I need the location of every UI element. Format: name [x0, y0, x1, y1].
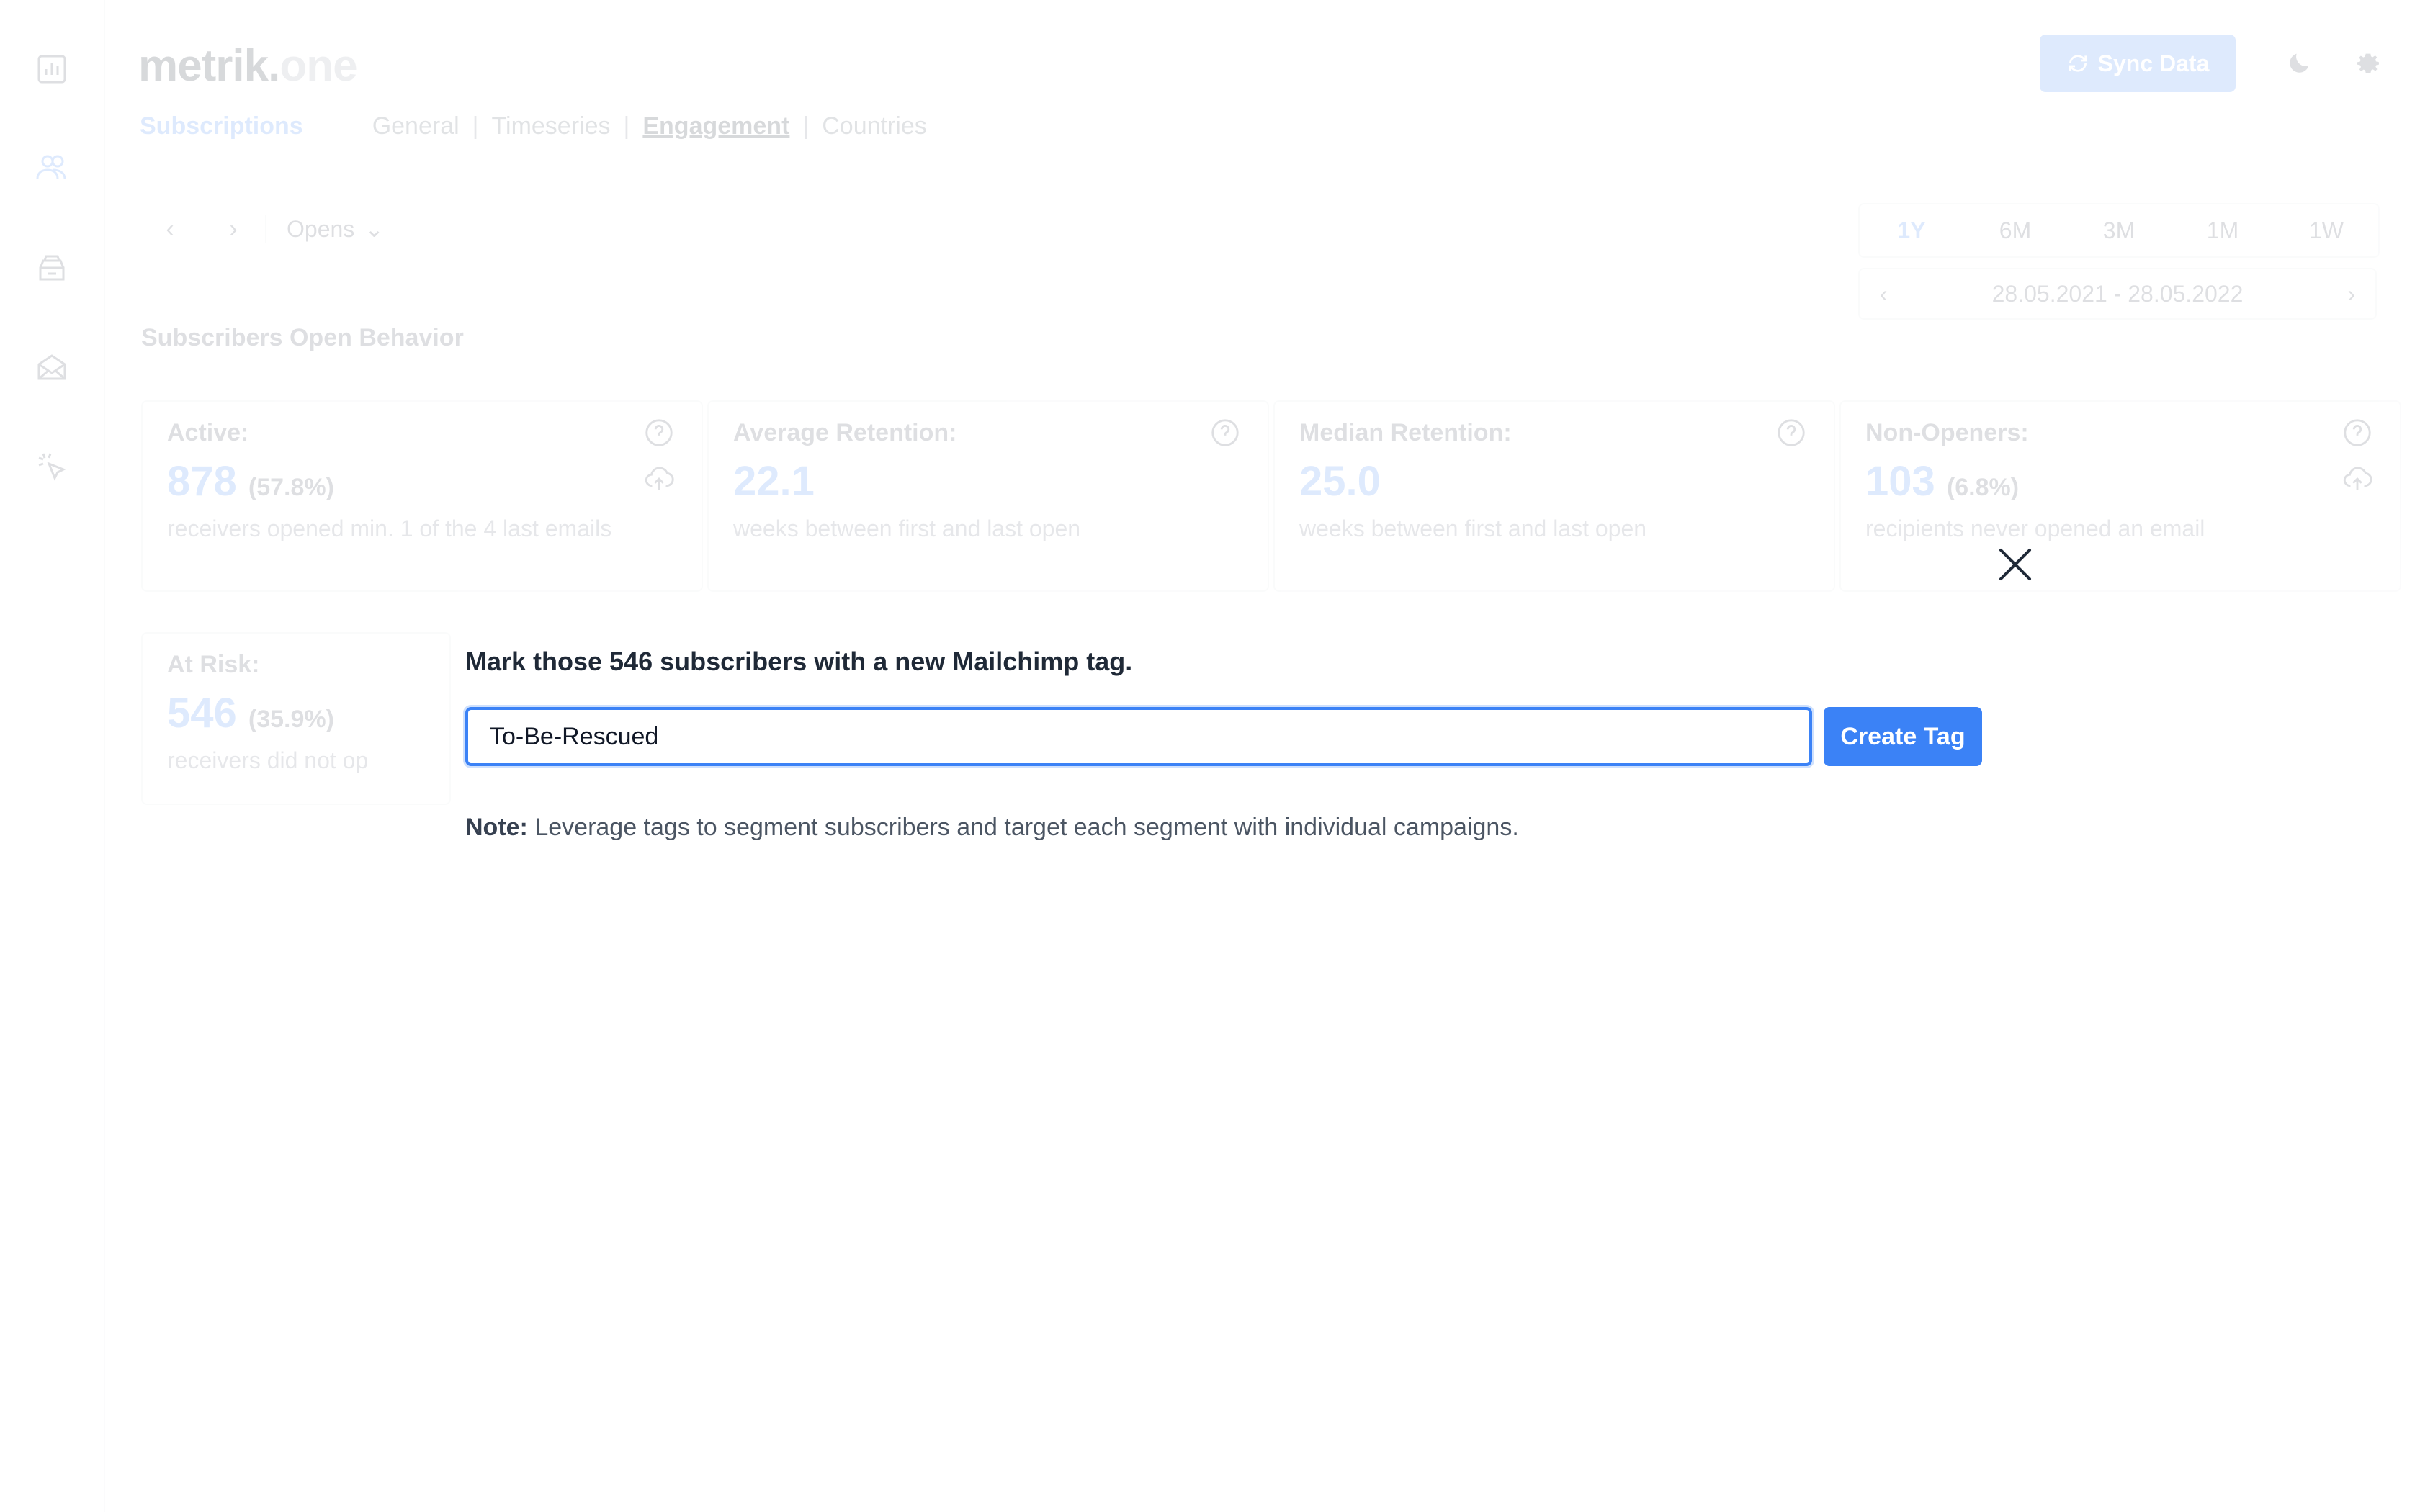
prev-button[interactable]: ‹ [138, 203, 202, 255]
help-icon[interactable] [642, 416, 676, 449]
range-1m[interactable]: 1M [2171, 204, 2275, 256]
cursor-click-icon[interactable] [32, 446, 72, 487]
card-active: Active: 878 (57.8%) receivers opened min… [141, 400, 703, 592]
section-title: Subscribers Open Behavior [141, 324, 464, 351]
range-6m[interactable]: 6M [1963, 204, 2067, 256]
chevron-down-icon: ⌄ [364, 216, 385, 242]
moon-icon[interactable] [2277, 42, 2321, 85]
date-range-label: 28.05.2021 - 28.05.2022 [1991, 280, 2244, 307]
date-next-button[interactable]: › [2347, 281, 2355, 307]
card-median-retention: Median Retention: 25.0 weeks between fir… [1273, 400, 1835, 592]
modal-heading: Mark those 546 subscribers with a new Ma… [465, 647, 1133, 676]
cloud-upload-icon[interactable] [642, 462, 676, 495]
sync-data-button[interactable]: Sync Data [2040, 35, 2236, 92]
metric-dropdown[interactable]: Opens ⌄ [265, 215, 384, 243]
tab-subscriptions[interactable]: Subscriptions [140, 112, 303, 140]
close-icon[interactable] [1989, 539, 2041, 590]
card-non-openers: Non-Openers: 103 (6.8%) recipients never… [1839, 400, 2401, 592]
refresh-icon [2069, 55, 2087, 72]
inbox-stack-icon[interactable] [32, 248, 72, 288]
bar-chart-icon[interactable] [32, 49, 72, 89]
range-1y[interactable]: 1Y [1860, 204, 1963, 256]
range-3m[interactable]: 3M [2067, 204, 2171, 256]
create-tag-button[interactable]: Create Tag [1824, 707, 1982, 766]
range-1w[interactable]: 1W [2275, 204, 2378, 256]
tab-timeseries[interactable]: Timeseries [479, 112, 624, 140]
tab-countries[interactable]: Countries [809, 112, 940, 140]
next-button[interactable]: › [202, 203, 265, 255]
chart-toolbar: ‹ › Opens ⌄ [138, 203, 384, 255]
card-average-retention: Average Retention: 22.1 weeks between fi… [707, 400, 1269, 592]
date-range-bar: ‹ 28.05.2021 - 28.05.2022 › [1858, 268, 2377, 320]
help-icon[interactable] [1209, 416, 1242, 449]
range-selector: 1Y 6M 3M 1M 1W [1858, 203, 2380, 258]
tag-name-input[interactable] [465, 707, 1812, 766]
logo: metrik.one [138, 41, 358, 91]
date-prev-button[interactable]: ‹ [1880, 281, 1888, 307]
tab-general[interactable]: General [359, 112, 472, 140]
gear-icon[interactable] [2347, 42, 2390, 85]
cloud-upload-icon[interactable] [2341, 462, 2374, 495]
sidebar [0, 0, 105, 1512]
tab-bar: Subscriptions General | Timeseries | Eng… [140, 112, 940, 140]
envelope-open-icon[interactable] [32, 347, 72, 387]
help-icon[interactable] [1775, 416, 1808, 449]
tab-engagement[interactable]: Engagement [629, 112, 802, 140]
note-text: Note: Leverage tags to segment subscribe… [465, 814, 1519, 841]
users-icon[interactable] [32, 147, 72, 187]
card-at-risk: At Risk: 546 (35.9%) receivers did not o… [141, 632, 451, 805]
help-icon[interactable] [2341, 416, 2374, 449]
